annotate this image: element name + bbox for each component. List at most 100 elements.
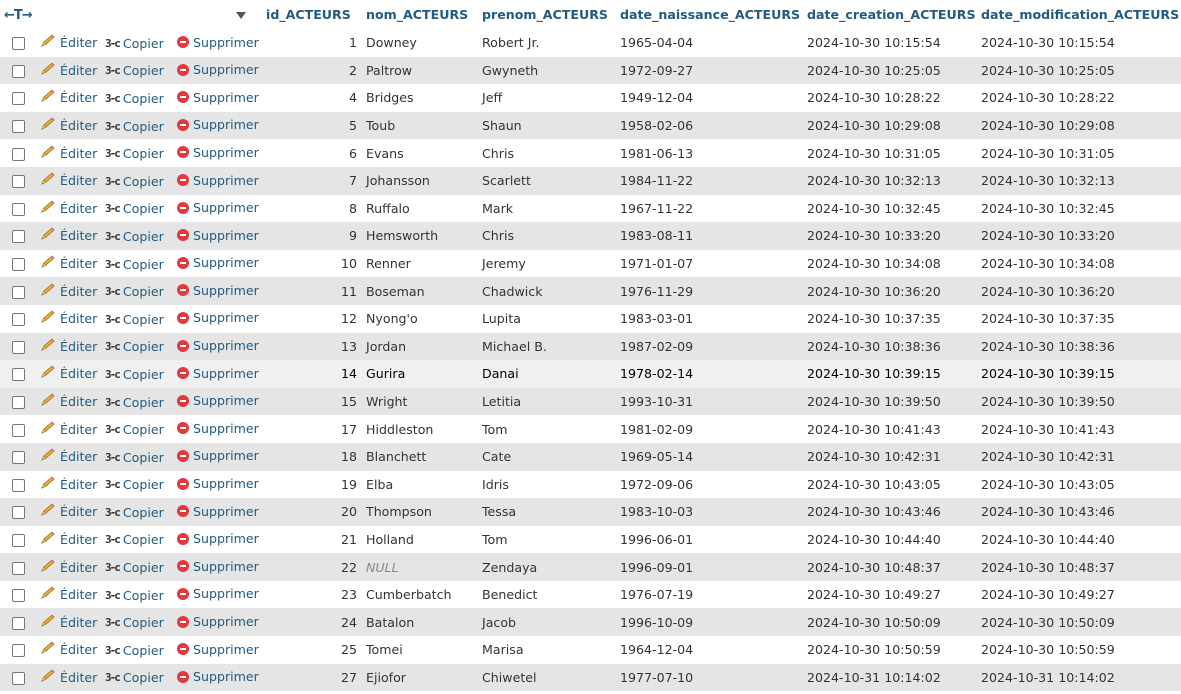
- cell-id[interactable]: 22: [262, 553, 362, 581]
- copy-button[interactable]: 3‑c Copier: [105, 63, 164, 78]
- cell-date-modification[interactable]: 2024-10-30 10:37:35: [977, 305, 1181, 333]
- cell-prenom[interactable]: Marisa: [478, 636, 616, 664]
- cell-date-creation[interactable]: 2024-10-30 10:37:35: [803, 305, 977, 333]
- cell-date-naissance[interactable]: 1967-11-22: [616, 195, 803, 223]
- row-checkbox[interactable]: [12, 616, 25, 630]
- copy-button[interactable]: 3‑c Copier: [105, 422, 164, 437]
- row-checkbox[interactable]: [12, 506, 25, 520]
- row-checkbox[interactable]: [12, 37, 25, 51]
- cell-date-creation[interactable]: 2024-10-30 10:32:13: [803, 167, 977, 195]
- cell-prenom[interactable]: Jeremy: [478, 250, 616, 278]
- cell-nom[interactable]: Evans: [362, 139, 478, 167]
- cell-nom[interactable]: Paltrow: [362, 57, 478, 85]
- cell-prenom[interactable]: Tom: [478, 415, 616, 443]
- edit-button[interactable]: Éditer: [40, 393, 97, 410]
- edit-button[interactable]: Éditer: [40, 227, 97, 244]
- edit-button[interactable]: Éditer: [40, 448, 97, 465]
- cell-date-modification[interactable]: 2024-10-30 10:33:20: [977, 222, 1181, 250]
- cell-prenom[interactable]: Idris: [478, 471, 616, 499]
- delete-button[interactable]: Supprimer: [177, 228, 259, 243]
- delete-button[interactable]: Supprimer: [177, 255, 259, 270]
- delete-button[interactable]: Supprimer: [177, 366, 259, 381]
- cell-nom[interactable]: Hiddleston: [362, 415, 478, 443]
- cell-nom[interactable]: Bridges: [362, 84, 478, 112]
- cell-date-modification[interactable]: 2024-10-30 10:36:20: [977, 277, 1181, 305]
- cell-nom[interactable]: Gurira: [362, 360, 478, 388]
- cell-id[interactable]: 14: [262, 360, 362, 388]
- cell-nom[interactable]: Boseman: [362, 277, 478, 305]
- cell-date-modification[interactable]: 2024-10-30 10:39:15: [977, 360, 1181, 388]
- cell-date-creation[interactable]: 2024-10-30 10:38:36: [803, 333, 977, 361]
- edit-button[interactable]: Éditer: [40, 62, 97, 79]
- edit-button[interactable]: Éditer: [40, 476, 97, 493]
- edit-button[interactable]: Éditer: [40, 283, 97, 300]
- cell-nom[interactable]: Holland: [362, 526, 478, 554]
- cell-id[interactable]: 21: [262, 526, 362, 554]
- cell-nom[interactable]: Wright: [362, 388, 478, 416]
- cell-date-modification[interactable]: 2024-10-30 10:43:46: [977, 498, 1181, 526]
- row-checkbox[interactable]: [12, 644, 25, 658]
- cell-date-naissance[interactable]: 1978-02-14: [616, 360, 803, 388]
- cell-date-creation[interactable]: 2024-10-30 10:36:20: [803, 277, 977, 305]
- cell-id[interactable]: 15: [262, 388, 362, 416]
- copy-button[interactable]: 3‑c Copier: [105, 119, 164, 134]
- col-header-prenom[interactable]: prenom_ACTEURS: [478, 0, 616, 29]
- cell-id[interactable]: 4: [262, 84, 362, 112]
- edit-button[interactable]: Éditer: [40, 365, 97, 382]
- copy-button[interactable]: 3‑c Copier: [105, 257, 164, 272]
- delete-button[interactable]: Supprimer: [177, 117, 259, 132]
- delete-button[interactable]: Supprimer: [177, 145, 259, 160]
- edit-button[interactable]: Éditer: [40, 34, 97, 51]
- copy-button[interactable]: 3‑c Copier: [105, 615, 164, 630]
- cell-date-modification[interactable]: 2024-10-30 10:50:09: [977, 608, 1181, 636]
- cell-date-creation[interactable]: 2024-10-30 10:28:22: [803, 84, 977, 112]
- cell-prenom[interactable]: Jacob: [478, 608, 616, 636]
- copy-button[interactable]: 3‑c Copier: [105, 450, 164, 465]
- copy-button[interactable]: 3‑c Copier: [105, 174, 164, 189]
- cell-date-naissance[interactable]: 1983-03-01: [616, 305, 803, 333]
- row-checkbox[interactable]: [12, 230, 25, 244]
- cell-date-naissance[interactable]: 1996-09-01: [616, 553, 803, 581]
- delete-button[interactable]: Supprimer: [177, 338, 259, 353]
- cell-id[interactable]: 12: [262, 305, 362, 333]
- row-checkbox[interactable]: [12, 285, 25, 299]
- row-checkbox[interactable]: [12, 258, 25, 272]
- cell-prenom[interactable]: Robert Jr.: [478, 29, 616, 57]
- cell-nom[interactable]: Tomei: [362, 636, 478, 664]
- edit-button[interactable]: Éditer: [40, 559, 97, 576]
- row-checkbox[interactable]: [12, 368, 25, 382]
- cell-prenom[interactable]: Benedict: [478, 581, 616, 609]
- col-header-id[interactable]: id_ACTEURS: [262, 0, 362, 29]
- cell-date-creation[interactable]: 2024-10-30 10:49:27: [803, 581, 977, 609]
- cell-id[interactable]: 10: [262, 250, 362, 278]
- edit-button[interactable]: Éditer: [40, 641, 97, 658]
- copy-button[interactable]: 3‑c Copier: [105, 91, 164, 106]
- cell-nom[interactable]: Ruffalo: [362, 195, 478, 223]
- cell-nom[interactable]: Blanchett: [362, 443, 478, 471]
- cell-date-naissance[interactable]: 1983-10-03: [616, 498, 803, 526]
- row-checkbox[interactable]: [12, 202, 25, 216]
- cell-prenom[interactable]: Tessa: [478, 498, 616, 526]
- edit-button[interactable]: Éditer: [40, 614, 97, 631]
- copy-button[interactable]: 3‑c Copier: [105, 146, 164, 161]
- cell-date-modification[interactable]: 2024-10-30 10:50:59: [977, 636, 1181, 664]
- cell-prenom[interactable]: Shaun: [478, 112, 616, 140]
- row-checkbox[interactable]: [12, 396, 25, 410]
- cell-date-modification[interactable]: 2024-10-30 10:43:05: [977, 471, 1181, 499]
- cell-date-modification[interactable]: 2024-10-30 10:32:45: [977, 195, 1181, 223]
- copy-button[interactable]: 3‑c Copier: [105, 284, 164, 299]
- row-checkbox[interactable]: [12, 175, 25, 189]
- copy-button[interactable]: 3‑c Copier: [105, 505, 164, 520]
- cell-id[interactable]: 1: [262, 29, 362, 57]
- cell-date-modification[interactable]: 2024-10-30 10:32:13: [977, 167, 1181, 195]
- delete-button[interactable]: Supprimer: [177, 200, 259, 215]
- cell-date-creation[interactable]: 2024-10-30 10:41:43: [803, 415, 977, 443]
- cell-date-modification[interactable]: 2024-10-30 10:41:43: [977, 415, 1181, 443]
- copy-button[interactable]: 3‑c Copier: [105, 36, 164, 51]
- cell-prenom[interactable]: Zendaya: [478, 553, 616, 581]
- cell-date-creation[interactable]: 2024-10-30 10:15:54: [803, 29, 977, 57]
- column-nav-arrows[interactable]: ←T→: [4, 8, 33, 23]
- copy-button[interactable]: 3‑c Copier: [105, 312, 164, 327]
- cell-date-naissance[interactable]: 1987-02-09: [616, 333, 803, 361]
- cell-date-naissance[interactable]: 1969-05-14: [616, 443, 803, 471]
